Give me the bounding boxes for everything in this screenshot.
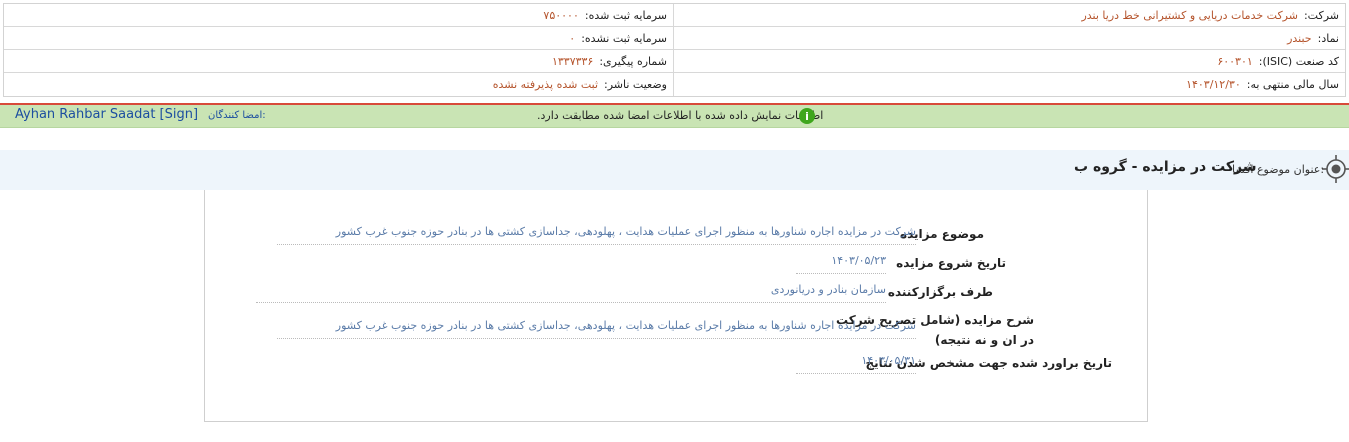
row-value-estimated-result-date: ۱۴۰۳/۰۵/۳۱ xyxy=(796,354,916,374)
publisher-status-label: وضعیت ناشر: xyxy=(604,78,667,91)
row-value-start-date: ۱۴۰۳/۰۵/۲۳ xyxy=(796,254,886,274)
row-value-organizer: سازمان بنادر و دریانوردی xyxy=(256,283,886,303)
company-cell: شرکت: شرکت خدمات دریایی و کشتیرانی خط در… xyxy=(673,4,1345,27)
verification-message: اطلاعات نمایش داده شده با اطلاعات امضا ش… xyxy=(537,109,824,122)
target-icon xyxy=(1322,155,1349,183)
isic-cell: کد صنعت (ISIC): ۶۰۰۳۰۱ xyxy=(673,50,1345,73)
symbol-cell: نماد: حبندر xyxy=(673,27,1345,50)
company-value: شرکت خدمات دریایی و کشتیرانی خط دریا بند… xyxy=(1081,8,1298,22)
subject-title: شرکت در مزایده - گروه ب xyxy=(1074,159,1257,175)
isic-label: کد صنعت (ISIC): xyxy=(1258,54,1339,68)
fiscal-year-cell: سال مالی منتهی به: ۱۴۰۳/۱۲/۳۰ xyxy=(673,73,1345,96)
row-value-description: شرکت در مزایده اجاره شناورها به منظور اج… xyxy=(277,319,916,339)
tracking-label: شماره پیگیری: xyxy=(599,54,667,68)
publisher-status-cell: وضعیت ناشر: ثبت شده پذیرفته نشده xyxy=(4,73,673,96)
tracking-value: ۱۳۳۷۳۳۶ xyxy=(551,54,594,68)
row-label-organizer: طرف برگزارکننده xyxy=(887,285,993,299)
symbol-label: نماد: xyxy=(1317,31,1339,45)
info-icon: i xyxy=(799,108,815,124)
publisher-status-value: ثبت شده پذیرفته نشده xyxy=(492,78,599,91)
signers-label: امضا کنندگان: xyxy=(208,110,266,121)
isic-value: ۶۰۰۳۰۱ xyxy=(1217,54,1253,68)
registered-capital-label: سرمایه ثبت شده: xyxy=(584,8,667,22)
auction-details-box: موضوع مزایده شرکت در مزایده اجاره شناوره… xyxy=(204,190,1148,422)
registered-capital-value: ۷۵۰۰۰۰ xyxy=(543,8,579,22)
row-value-auction-subject: شرکت در مزایده اجاره شناورها به منظور اج… xyxy=(277,225,916,245)
unregistered-capital-value: ۰ xyxy=(569,31,576,45)
registered-capital-cell: سرمایه ثبت شده: ۷۵۰۰۰۰ xyxy=(4,4,673,27)
unregistered-capital-cell: سرمایه ثبت نشده: ۰ xyxy=(4,27,673,50)
signer-name-link[interactable]: Ayhan Rahbar Saadat [Sign] xyxy=(15,107,198,122)
row-label-start-date: تاریخ شروع مزایده xyxy=(896,256,1006,270)
fiscal-year-value: ۱۴۰۳/۱۲/۳۰ xyxy=(1186,78,1241,91)
company-label: شرکت: xyxy=(1303,8,1339,22)
unregistered-capital-label: سرمایه ثبت نشده: xyxy=(581,31,667,45)
signers-bar: Ayhan Rahbar Saadat [Sign] امضا کنندگان:… xyxy=(0,105,1349,128)
tracking-cell: شماره پیگیری: ۱۳۳۷۳۳۶ xyxy=(4,50,673,73)
symbol-value: حبندر xyxy=(1287,31,1312,45)
fiscal-year-label: سال مالی منتهی به: xyxy=(1246,78,1339,91)
company-info-table: شرکت: شرکت خدمات دریایی و کشتیرانی خط در… xyxy=(3,3,1346,97)
